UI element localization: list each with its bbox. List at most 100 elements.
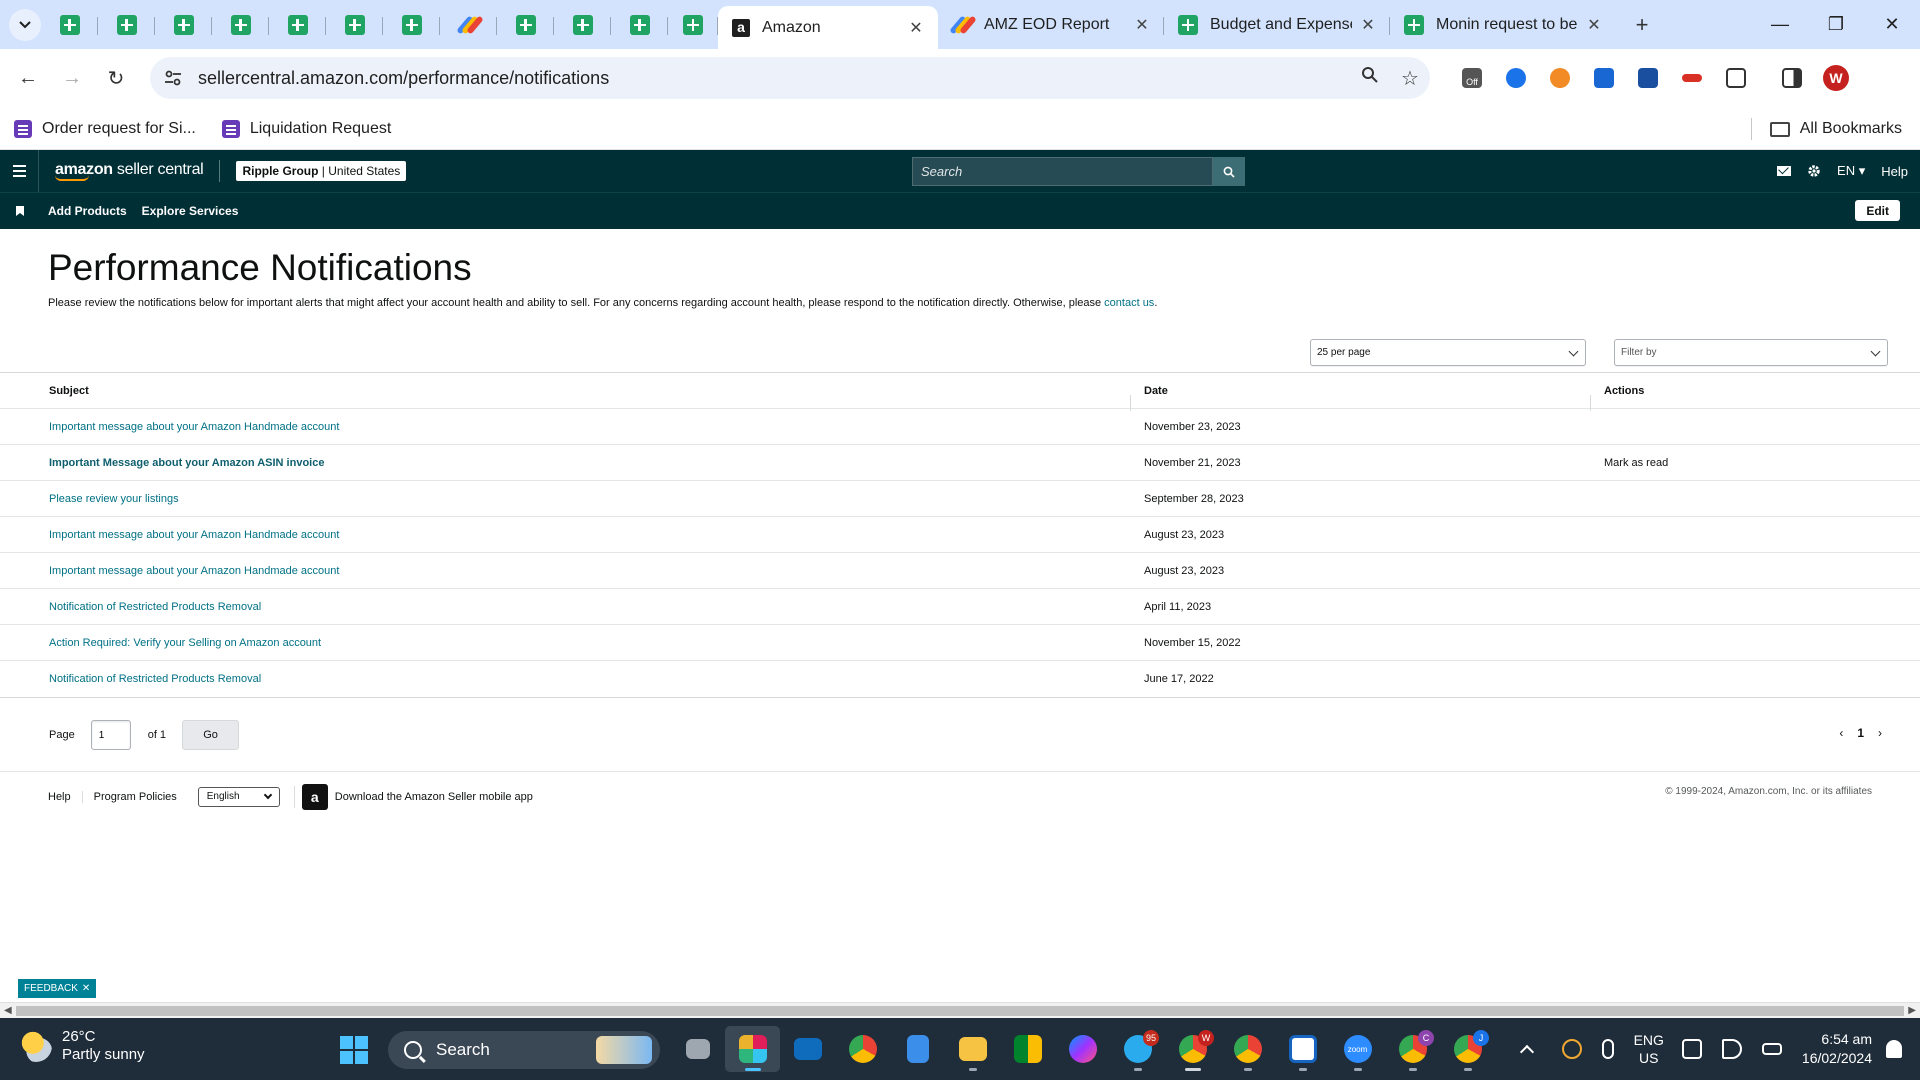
- pinned-tab-sheets[interactable]: [98, 0, 155, 49]
- battery-icon[interactable]: [1761, 1043, 1782, 1055]
- tab-amazon[interactable]: a Amazon ✕: [718, 6, 938, 49]
- bookmark-order-request[interactable]: Order request for Si...: [14, 119, 196, 138]
- input-language[interactable]: ENG US: [1634, 1031, 1664, 1067]
- gear-icon[interactable]: [1807, 164, 1821, 178]
- pinned-tab-sheets[interactable]: [497, 0, 554, 49]
- back-arrow-icon[interactable]: ←: [6, 59, 50, 99]
- notification-subject-link[interactable]: Action Required: Verify your Selling on …: [49, 637, 321, 649]
- chevron-up-icon[interactable]: [1519, 1044, 1534, 1060]
- zoom-icon[interactable]: zoom: [1330, 1026, 1385, 1072]
- close-icon[interactable]: ✕: [1134, 15, 1150, 35]
- profile-avatar[interactable]: W: [1814, 57, 1858, 99]
- extensions-puzzle-icon[interactable]: [1714, 57, 1758, 99]
- all-bookmarks-button[interactable]: All Bookmarks: [1750, 108, 1902, 150]
- restore-icon[interactable]: ❐: [1808, 0, 1864, 49]
- volume-icon[interactable]: [1721, 1039, 1742, 1059]
- seller-search-input[interactable]: [912, 157, 1213, 186]
- notification-subject-link[interactable]: Important message about your Amazon Hand…: [49, 565, 339, 577]
- mark-as-read-link[interactable]: Mark as read: [1590, 457, 1920, 469]
- edit-nav-button[interactable]: Edit: [1855, 200, 1900, 221]
- header-subject[interactable]: Subject: [0, 385, 1130, 397]
- pinned-tab-sheets[interactable]: [668, 0, 718, 49]
- window-close-icon[interactable]: ✕: [1864, 0, 1920, 49]
- pinned-tab-sheets[interactable]: [326, 0, 383, 49]
- tab-search-button[interactable]: [9, 8, 41, 41]
- telegram-icon[interactable]: 95: [1110, 1026, 1165, 1072]
- pinned-tab-apps-script[interactable]: [440, 0, 497, 49]
- close-icon[interactable]: ✕: [1586, 15, 1602, 35]
- amazon-app-icon[interactable]: a: [301, 783, 328, 810]
- footer-help-link[interactable]: Help: [48, 790, 83, 803]
- hamburger-menu-icon[interactable]: [0, 150, 38, 192]
- nav-explore-services[interactable]: Explore Services: [142, 204, 239, 218]
- task-view-icon[interactable]: [670, 1026, 725, 1072]
- language-selector[interactable]: EN ▾: [1837, 163, 1865, 179]
- pinned-tab-sheets[interactable]: [155, 0, 212, 49]
- scrollbar-thumb[interactable]: [16, 1006, 1904, 1016]
- bookmark-star-icon[interactable]: ☆: [1390, 66, 1430, 91]
- tab-monin-request[interactable]: Monin request to be ✕: [1390, 0, 1616, 49]
- per-page-select[interactable]: 25 per page: [1310, 339, 1586, 366]
- pinned-tab-sheets[interactable]: [611, 0, 668, 49]
- close-icon[interactable]: ✕: [82, 983, 90, 994]
- extension-red-icon[interactable]: [1670, 57, 1714, 99]
- seller-central-logo[interactable]: amazon seller central: [55, 161, 204, 181]
- account-switcher[interactable]: Ripple Group | United States: [236, 161, 407, 181]
- google-meet-icon[interactable]: [1000, 1026, 1055, 1072]
- horizontal-scrollbar[interactable]: ◀ ▶: [0, 1002, 1920, 1018]
- notification-subject-link[interactable]: Important Message about your Amazon ASIN…: [49, 457, 324, 469]
- notification-bell-icon[interactable]: [1886, 1040, 1902, 1058]
- extension-helium-icon[interactable]: [1626, 57, 1670, 99]
- weather-widget[interactable]: 26°C Partly sunny: [20, 1028, 145, 1064]
- chrome-profile-w-icon[interactable]: W: [1165, 1026, 1220, 1072]
- chevron-left-icon[interactable]: ‹: [1839, 726, 1843, 740]
- mail-icon[interactable]: [1777, 166, 1792, 176]
- minimize-icon[interactable]: —: [1752, 0, 1808, 49]
- filter-by-select[interactable]: Filter by: [1614, 339, 1888, 366]
- tab-budget-and-expense[interactable]: Budget and Expense ✕: [1164, 0, 1390, 49]
- pinned-tab-sheets[interactable]: [269, 0, 326, 49]
- chevron-right-icon[interactable]: ›: [1878, 726, 1882, 740]
- forward-arrow-icon[interactable]: →: [50, 59, 94, 99]
- extension-chart-icon[interactable]: [1582, 57, 1626, 99]
- system-clock[interactable]: 6:54 am 16/02/2024: [1802, 1030, 1872, 1068]
- extension-off-icon[interactable]: Off: [1450, 57, 1494, 99]
- help-link[interactable]: Help: [1881, 164, 1908, 179]
- close-icon[interactable]: ✕: [908, 18, 924, 38]
- page-number-input[interactable]: [90, 720, 131, 750]
- tab-amz-eod-report[interactable]: AMZ EOD Report ✕: [938, 0, 1164, 49]
- new-tab-plus-icon[interactable]: +: [1628, 12, 1656, 38]
- notification-subject-link[interactable]: Please review your listings: [49, 493, 179, 505]
- contact-us-link[interactable]: contact us: [1104, 297, 1154, 309]
- notification-subject-link[interactable]: Notification of Restricted Products Remo…: [49, 601, 261, 613]
- notification-subject-link[interactable]: Important message about your Amazon Hand…: [49, 529, 339, 541]
- extension-blue-dots-icon[interactable]: [1494, 57, 1538, 99]
- address-url[interactable]: sellercentral.amazon.com/performance/not…: [198, 68, 1350, 89]
- chrome-profile-j-icon[interactable]: J: [1440, 1026, 1495, 1072]
- notification-subject-link[interactable]: Important message about your Amazon Hand…: [49, 421, 339, 433]
- mail-app-icon[interactable]: [780, 1026, 835, 1072]
- scroll-right-icon[interactable]: ▶: [1908, 1005, 1916, 1016]
- taskbar-search[interactable]: Search: [388, 1031, 660, 1069]
- download-app-link[interactable]: Download the Amazon Seller mobile app: [335, 791, 533, 803]
- bookmark-liquidation-request[interactable]: Liquidation Request: [221, 119, 391, 138]
- header-date[interactable]: Date: [1130, 385, 1590, 411]
- page-number[interactable]: 1: [1857, 726, 1864, 740]
- messenger-icon[interactable]: [1055, 1026, 1110, 1072]
- extension-orange-icon[interactable]: [1538, 57, 1582, 99]
- microphone-icon[interactable]: [1601, 1039, 1614, 1059]
- chrome-icon[interactable]: [835, 1026, 890, 1072]
- side-panel-icon[interactable]: [1770, 57, 1814, 99]
- pinned-tab-sheets[interactable]: [554, 0, 611, 49]
- go-button[interactable]: Go: [182, 720, 240, 750]
- zoom-magnifier-icon[interactable]: [1350, 66, 1390, 90]
- footer-language-select[interactable]: English: [197, 786, 280, 807]
- address-bar[interactable]: sellercentral.amazon.com/performance/not…: [150, 57, 1430, 99]
- bookmark-icon[interactable]: [16, 206, 24, 216]
- reload-icon[interactable]: ↻: [94, 59, 138, 99]
- chrome-profile-c-icon[interactable]: C: [1385, 1026, 1440, 1072]
- footer-program-policies-link[interactable]: Program Policies: [94, 791, 198, 803]
- scroll-left-icon[interactable]: ◀: [4, 1005, 12, 1016]
- sync-icon[interactable]: [1561, 1039, 1582, 1059]
- rdp-icon[interactable]: [1275, 1026, 1330, 1072]
